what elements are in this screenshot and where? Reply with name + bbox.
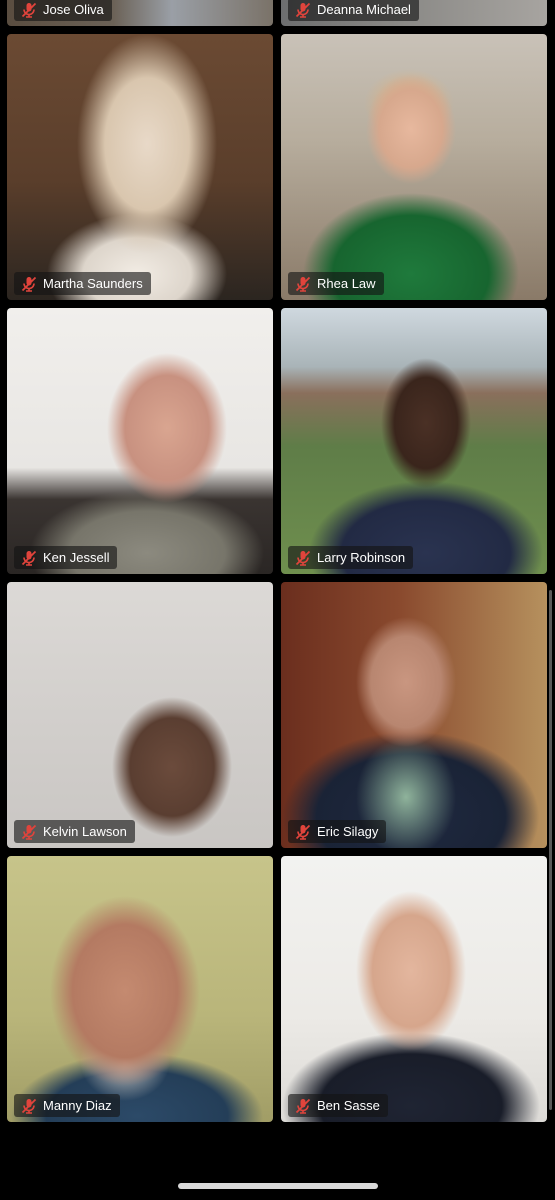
home-indicator[interactable] <box>178 1183 378 1189</box>
mic-off-icon <box>294 1 312 19</box>
participant-name: Martha Saunders <box>43 276 143 291</box>
participant-name: Ken Jessell <box>43 550 110 565</box>
mic-off-icon <box>20 1 38 19</box>
video-tile-eric-silagy[interactable]: Eric Silagy <box>281 582 547 848</box>
participant-video <box>281 856 547 1122</box>
participant-label: Manny Diaz <box>14 1094 120 1117</box>
participant-video <box>281 308 547 574</box>
participant-video <box>7 856 273 1122</box>
scrollbar[interactable] <box>549 590 552 1110</box>
participant-label: Larry Robinson <box>288 546 414 569</box>
mic-off-icon <box>20 275 38 293</box>
participant-label: Deanna Michael <box>288 0 419 21</box>
mic-off-icon <box>294 823 312 841</box>
video-tile-larry-robinson[interactable]: Larry Robinson <box>281 308 547 574</box>
participant-label: Eric Silagy <box>288 820 387 843</box>
mic-off-icon <box>294 275 312 293</box>
participant-video <box>281 582 547 848</box>
video-tile-martha-saunders[interactable]: Martha Saunders <box>7 34 273 300</box>
mic-off-icon <box>294 549 312 567</box>
video-tile-ben-sasse[interactable]: Ben Sasse <box>281 856 547 1122</box>
video-tile-deanna-michael[interactable]: Deanna Michael <box>281 0 547 26</box>
participant-name: Deanna Michael <box>317 2 411 17</box>
participant-video <box>7 582 273 848</box>
participant-label: Martha Saunders <box>14 272 151 295</box>
participant-name: Ben Sasse <box>317 1098 380 1113</box>
video-tile-ken-jessell[interactable]: Ken Jessell <box>7 308 273 574</box>
participant-video <box>7 308 273 574</box>
participant-name: Manny Diaz <box>43 1098 112 1113</box>
mic-off-icon <box>20 823 38 841</box>
video-tile-manny-diaz[interactable]: Manny Diaz <box>7 856 273 1122</box>
participant-name: Rhea Law <box>317 276 376 291</box>
video-tile-rhea-law[interactable]: Rhea Law <box>281 34 547 300</box>
participant-name: Eric Silagy <box>317 824 379 839</box>
mic-off-icon <box>20 1097 38 1115</box>
participant-video <box>281 34 547 300</box>
participant-label: Rhea Law <box>288 272 384 295</box>
participant-label: Kelvin Lawson <box>14 820 135 843</box>
mic-off-icon <box>20 549 38 567</box>
video-tile-jose-oliva[interactable]: Jose Oliva <box>7 0 273 26</box>
participant-name: Larry Robinson <box>317 550 406 565</box>
participant-label: Jose Oliva <box>14 0 112 21</box>
participant-name: Kelvin Lawson <box>43 824 127 839</box>
participant-label: Ben Sasse <box>288 1094 388 1117</box>
mic-off-icon <box>294 1097 312 1115</box>
participant-video <box>7 34 273 300</box>
video-tile-kelvin-lawson[interactable]: Kelvin Lawson <box>7 582 273 848</box>
participant-label: Ken Jessell <box>14 546 118 569</box>
participant-name: Jose Oliva <box>43 2 104 17</box>
